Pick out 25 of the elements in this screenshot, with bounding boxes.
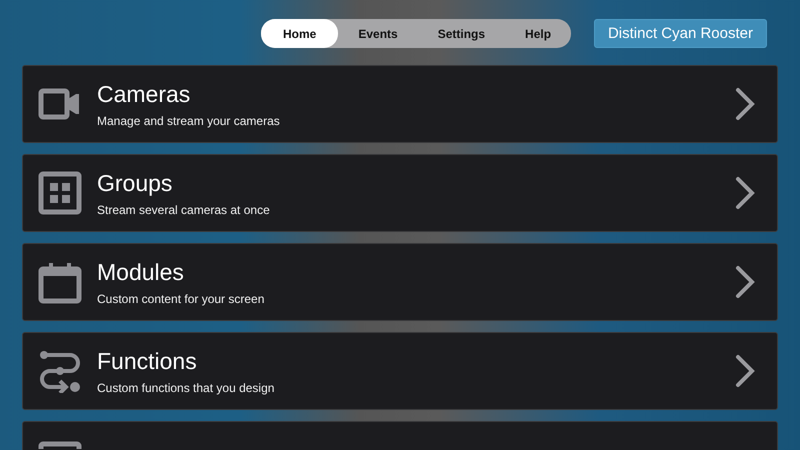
card-title: Groups <box>97 170 174 196</box>
nav-tab[interactable]: Events <box>338 19 418 48</box>
card-subtitle: Stream several cameras at once <box>97 202 271 216</box>
card-subtitle: Custom functions that you design <box>97 380 276 394</box>
flow-icon <box>38 349 82 393</box>
card-title: Modules <box>97 258 185 286</box>
account-button[interactable]: Distinct Cyan Rooster <box>594 19 767 48</box>
chevron-right-icon <box>735 87 755 121</box>
screen-icon <box>38 439 82 449</box>
card-subtitle: Manage and stream your cameras <box>97 114 281 128</box>
chevron-right-icon <box>735 265 755 299</box>
card-title: Functions <box>97 348 198 374</box>
menu-card[interactable]: Modules Custom content for your screen <box>22 243 778 321</box>
nav-tab[interactable]: Settings <box>418 19 506 48</box>
card-title: Cameras <box>97 80 192 108</box>
calendar-icon <box>38 260 82 304</box>
nav-tab[interactable]: Help <box>505 19 572 48</box>
menu-card[interactable]: Functions Custom functions that you design <box>22 332 778 410</box>
menu-card[interactable]: Groups Stream several cameras at once <box>22 154 778 232</box>
chevron-right-icon <box>735 176 755 210</box>
grid-icon <box>38 171 82 215</box>
chevron-right-icon <box>735 354 755 388</box>
nav-tab[interactable]: Home <box>261 19 338 48</box>
card-subtitle: Custom content for your screen <box>97 292 266 306</box>
menu-card[interactable]: Cameras Manage and stream your cameras <box>22 65 778 143</box>
